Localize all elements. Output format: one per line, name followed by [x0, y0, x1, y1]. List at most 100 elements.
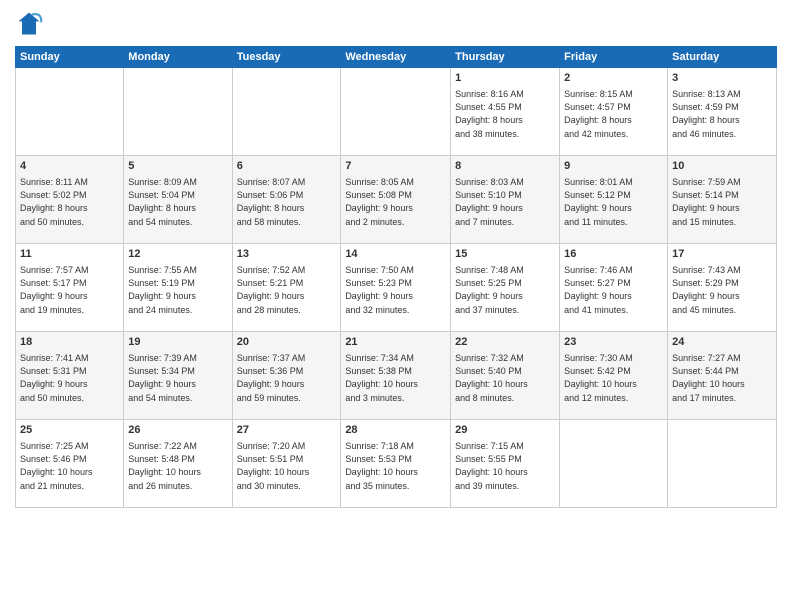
day-number: 29: [455, 423, 555, 438]
day-number: 2: [564, 71, 663, 86]
day-info: Sunrise: 7:50 AM Sunset: 5:23 PM Dayligh…: [345, 264, 446, 316]
day-info: Sunrise: 7:59 AM Sunset: 5:14 PM Dayligh…: [672, 176, 772, 228]
calendar-cell: 1 Sunrise: 8:16 AM Sunset: 4:55 PM Daylig…: [451, 68, 560, 156]
calendar-cell: 2Sunrise: 8:15 AM Sunset: 4:57 PM Daylig…: [560, 68, 668, 156]
day-info: Sunrise: 8:05 AM Sunset: 5:08 PM Dayligh…: [345, 176, 446, 228]
calendar-col-saturday: Saturday: [668, 47, 777, 68]
day-info: Sunrise: 7:57 AM Sunset: 5:17 PM Dayligh…: [20, 264, 119, 316]
calendar-cell: 7 Sunrise: 8:05 AM Sunset: 5:08 PM Daylig…: [341, 156, 451, 244]
calendar-cell: [341, 68, 451, 156]
logo: [15, 10, 47, 38]
day-info: Sunrise: 8:11 AM Sunset: 5:02 PM Dayligh…: [20, 176, 119, 228]
day-number: 21: [345, 335, 446, 350]
day-number: 12: [128, 247, 227, 262]
calendar-cell: 23 Sunrise: 7:30 AM Sunset: 5:42 PM Dayli…: [560, 332, 668, 420]
day-number: 22: [455, 335, 555, 350]
day-number: 10: [672, 159, 772, 174]
logo-icon: [15, 10, 43, 38]
day-number: 7: [345, 159, 446, 174]
day-info: Sunrise: 7:52 AM Sunset: 5:21 PM Dayligh…: [237, 264, 337, 316]
day-number: 1: [455, 71, 555, 86]
calendar-cell: 21 Sunrise: 7:34 AM Sunset: 5:38 PM Dayli…: [341, 332, 451, 420]
calendar-header-row: SundayMondayTuesdayWednesdayThursdayFrid…: [16, 47, 777, 68]
calendar-week-row: 4 Sunrise: 8:11 AM Sunset: 5:02 PM Daylig…: [16, 156, 777, 244]
day-number: 17: [672, 247, 772, 262]
day-number: 27: [237, 423, 337, 438]
calendar-cell: 27 Sunrise: 7:20 AM Sunset: 5:51 PM Dayli…: [232, 420, 341, 508]
day-info: Sunrise: 7:48 AM Sunset: 5:25 PM Dayligh…: [455, 264, 555, 316]
calendar-col-monday: Monday: [124, 47, 232, 68]
calendar-cell: 17 Sunrise: 7:43 AM Sunset: 5:29 PM Dayli…: [668, 244, 777, 332]
calendar-cell: 15 Sunrise: 7:48 AM Sunset: 5:25 PM Dayli…: [451, 244, 560, 332]
calendar-cell: 6Sunrise: 8:07 AM Sunset: 5:06 PM Daylig…: [232, 156, 341, 244]
day-info: Sunrise: 8:03 AM Sunset: 5:10 PM Dayligh…: [455, 176, 555, 228]
calendar-cell: 12 Sunrise: 7:55 AM Sunset: 5:19 PM Dayli…: [124, 244, 232, 332]
day-info: Sunrise: 7:22 AM Sunset: 5:48 PM Dayligh…: [128, 440, 227, 492]
day-info: Sunrise: 7:25 AM Sunset: 5:46 PM Dayligh…: [20, 440, 119, 492]
calendar-col-tuesday: Tuesday: [232, 47, 341, 68]
day-info: Sunrise: 7:43 AM Sunset: 5:29 PM Dayligh…: [672, 264, 772, 316]
calendar-col-friday: Friday: [560, 47, 668, 68]
day-number: 8: [455, 159, 555, 174]
day-number: 26: [128, 423, 227, 438]
day-info: Sunrise: 7:46 AM Sunset: 5:27 PM Dayligh…: [564, 264, 663, 316]
day-info: Sunrise: 7:55 AM Sunset: 5:19 PM Dayligh…: [128, 264, 227, 316]
day-number: 20: [237, 335, 337, 350]
calendar-cell: 28 Sunrise: 7:18 AM Sunset: 5:53 PM Dayli…: [341, 420, 451, 508]
calendar-cell: 24Sunrise: 7:27 AM Sunset: 5:44 PM Dayli…: [668, 332, 777, 420]
calendar-cell: 11Sunrise: 7:57 AM Sunset: 5:17 PM Dayli…: [16, 244, 124, 332]
day-number: 23: [564, 335, 663, 350]
day-number: 15: [455, 247, 555, 262]
day-number: 14: [345, 247, 446, 262]
day-number: 3: [672, 71, 772, 86]
calendar-week-row: 11Sunrise: 7:57 AM Sunset: 5:17 PM Dayli…: [16, 244, 777, 332]
calendar-cell: 29 Sunrise: 7:15 AM Sunset: 5:55 PM Dayli…: [451, 420, 560, 508]
calendar-cell: 26 Sunrise: 7:22 AM Sunset: 5:48 PM Dayli…: [124, 420, 232, 508]
calendar-cell: 14 Sunrise: 7:50 AM Sunset: 5:23 PM Dayli…: [341, 244, 451, 332]
day-info: Sunrise: 8:16 AM Sunset: 4:55 PM Dayligh…: [455, 88, 555, 140]
day-info: Sunrise: 7:30 AM Sunset: 5:42 PM Dayligh…: [564, 352, 663, 404]
day-info: Sunrise: 7:15 AM Sunset: 5:55 PM Dayligh…: [455, 440, 555, 492]
calendar-table: SundayMondayTuesdayWednesdayThursdayFrid…: [15, 46, 777, 508]
day-number: 16: [564, 247, 663, 262]
calendar-cell: 5 Sunrise: 8:09 AM Sunset: 5:04 PM Daylig…: [124, 156, 232, 244]
day-info: Sunrise: 7:20 AM Sunset: 5:51 PM Dayligh…: [237, 440, 337, 492]
calendar-cell: [560, 420, 668, 508]
calendar-cell: 4 Sunrise: 8:11 AM Sunset: 5:02 PM Daylig…: [16, 156, 124, 244]
day-info: Sunrise: 7:37 AM Sunset: 5:36 PM Dayligh…: [237, 352, 337, 404]
day-info: Sunrise: 7:34 AM Sunset: 5:38 PM Dayligh…: [345, 352, 446, 404]
day-number: 5: [128, 159, 227, 174]
calendar-col-wednesday: Wednesday: [341, 47, 451, 68]
calendar-cell: 13 Sunrise: 7:52 AM Sunset: 5:21 PM Dayli…: [232, 244, 341, 332]
calendar-cell: 3 Sunrise: 8:13 AM Sunset: 4:59 PM Daylig…: [668, 68, 777, 156]
day-info: Sunrise: 8:09 AM Sunset: 5:04 PM Dayligh…: [128, 176, 227, 228]
day-number: 18: [20, 335, 119, 350]
day-number: 13: [237, 247, 337, 262]
calendar-week-row: 1 Sunrise: 8:16 AM Sunset: 4:55 PM Daylig…: [16, 68, 777, 156]
day-number: 28: [345, 423, 446, 438]
day-info: Sunrise: 8:13 AM Sunset: 4:59 PM Dayligh…: [672, 88, 772, 140]
day-info: Sunrise: 7:39 AM Sunset: 5:34 PM Dayligh…: [128, 352, 227, 404]
day-info: Sunrise: 7:32 AM Sunset: 5:40 PM Dayligh…: [455, 352, 555, 404]
calendar-cell: 25 Sunrise: 7:25 AM Sunset: 5:46 PM Dayli…: [16, 420, 124, 508]
calendar-week-row: 25 Sunrise: 7:25 AM Sunset: 5:46 PM Dayli…: [16, 420, 777, 508]
calendar-cell: 9 Sunrise: 8:01 AM Sunset: 5:12 PM Daylig…: [560, 156, 668, 244]
calendar-cell: 8 Sunrise: 8:03 AM Sunset: 5:10 PM Daylig…: [451, 156, 560, 244]
calendar-cell: [232, 68, 341, 156]
day-info: Sunrise: 7:18 AM Sunset: 5:53 PM Dayligh…: [345, 440, 446, 492]
calendar-week-row: 18Sunrise: 7:41 AM Sunset: 5:31 PM Dayli…: [16, 332, 777, 420]
calendar-cell: 18Sunrise: 7:41 AM Sunset: 5:31 PM Dayli…: [16, 332, 124, 420]
header: [15, 10, 777, 38]
day-number: 19: [128, 335, 227, 350]
day-number: 9: [564, 159, 663, 174]
calendar-cell: [124, 68, 232, 156]
page: SundayMondayTuesdayWednesdayThursdayFrid…: [0, 0, 792, 612]
day-number: 6: [237, 159, 337, 174]
calendar-cell: [668, 420, 777, 508]
calendar-cell: 20 Sunrise: 7:37 AM Sunset: 5:36 PM Dayli…: [232, 332, 341, 420]
calendar-cell: 10 Sunrise: 7:59 AM Sunset: 5:14 PM Dayli…: [668, 156, 777, 244]
day-info: Sunrise: 8:01 AM Sunset: 5:12 PM Dayligh…: [564, 176, 663, 228]
day-number: 25: [20, 423, 119, 438]
day-number: 4: [20, 159, 119, 174]
day-info: Sunrise: 7:27 AM Sunset: 5:44 PM Dayligh…: [672, 352, 772, 404]
